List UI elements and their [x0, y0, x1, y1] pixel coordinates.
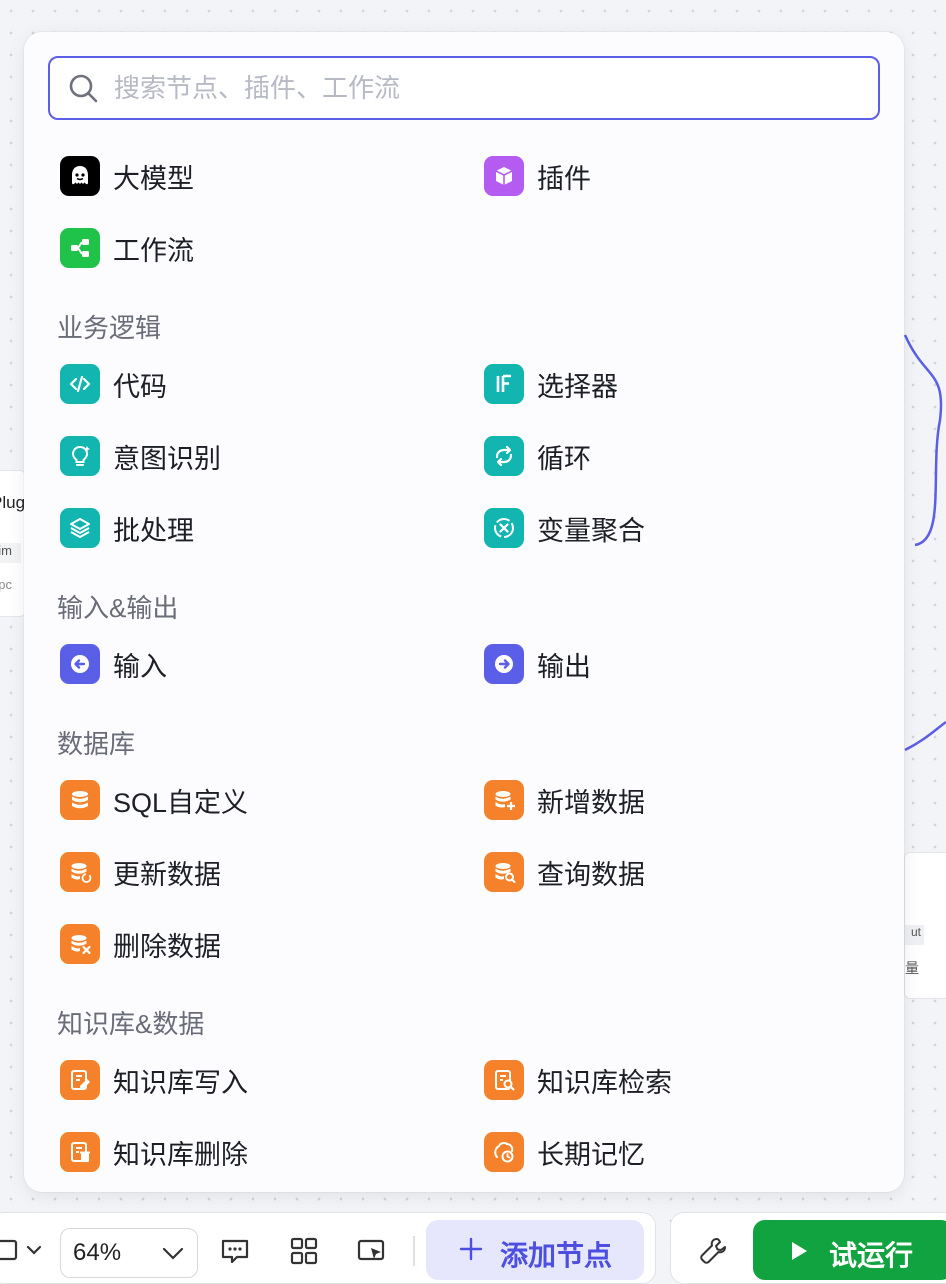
section-title-business-logic: 业务逻辑 — [57, 313, 162, 343]
item-label: 批处理 — [113, 515, 194, 546]
background-node-right[interactable]: ut 量 — [904, 852, 946, 999]
database-icon — [60, 780, 100, 820]
database-search-icon — [484, 852, 524, 892]
kb-delete-icon — [60, 1132, 100, 1172]
item-intent[interactable]: 意图识别 — [60, 434, 221, 478]
add-node-button[interactable]: 添加节点 — [426, 1220, 644, 1280]
layers-icon — [60, 508, 100, 548]
item-label: 删除数据 — [113, 931, 221, 962]
database-delete-icon — [60, 924, 100, 964]
item-sql[interactable]: SQL自定义 — [60, 778, 248, 822]
add-node-panel: 大模型 插件 工作流 业务逻辑 代码 选择器 意图识别 循环 — [24, 32, 904, 1192]
item-label: 输出 — [537, 651, 591, 682]
item-label: 循环 — [537, 443, 591, 474]
zoom-select[interactable]: 64% — [60, 1228, 198, 1278]
item-code[interactable]: 代码 — [60, 362, 167, 406]
item-plugin[interactable]: 插件 — [484, 154, 591, 198]
item-label: SQL自定义 — [113, 787, 249, 818]
item-db-delete[interactable]: 删除数据 — [60, 922, 221, 966]
toolbar-divider — [413, 1236, 415, 1266]
grid-layout-icon[interactable] — [289, 1236, 319, 1266]
item-db-query[interactable]: 查询数据 — [484, 850, 645, 894]
search-box[interactable] — [48, 56, 880, 120]
item-label: 意图识别 — [113, 443, 221, 474]
test-run-button[interactable]: 试运行 — [753, 1220, 946, 1280]
item-db-add[interactable]: 新增数据 — [484, 778, 645, 822]
node-sub: 量 — [905, 960, 919, 976]
item-db-update[interactable]: 更新数据 — [60, 850, 221, 894]
item-label: 插件 — [537, 163, 591, 194]
item-batch[interactable]: 批处理 — [60, 506, 194, 550]
item-label: 新增数据 — [537, 787, 645, 818]
item-label: 查询数据 — [537, 859, 645, 890]
kb-search-icon — [484, 1060, 524, 1100]
item-output[interactable]: 输出 — [484, 642, 591, 686]
plugin-cube-icon — [484, 156, 524, 196]
node-sub: r.pc — [0, 577, 12, 592]
input-arrow-icon — [60, 644, 100, 684]
item-selector[interactable]: 选择器 — [484, 362, 618, 406]
item-label: 输入 — [113, 651, 167, 682]
search-icon — [69, 74, 98, 103]
item-label: 知识库写入 — [113, 1067, 248, 1098]
zoom-value: 64% — [73, 1239, 122, 1266]
item-label: 变量聚合 — [537, 515, 645, 546]
item-label: 知识库删除 — [113, 1139, 248, 1170]
item-label: 工作流 — [113, 235, 194, 266]
item-input[interactable]: 输入 — [60, 642, 167, 686]
wrench-icon[interactable] — [698, 1236, 728, 1266]
llm-icon — [60, 156, 100, 196]
node-tag: ut — [905, 925, 924, 945]
background-node-left[interactable]: Plug _im r.pc — [0, 470, 26, 617]
item-label: 长期记忆 — [537, 1139, 645, 1170]
node-param: _im — [0, 543, 21, 563]
item-kb-delete[interactable]: 知识库删除 — [60, 1130, 248, 1174]
if-icon — [484, 364, 524, 404]
item-loop[interactable]: 循环 — [484, 434, 591, 478]
item-llm[interactable]: 大模型 — [60, 154, 194, 198]
workflow-icon — [60, 228, 100, 268]
layout-mode-icon[interactable] — [0, 1236, 46, 1266]
section-title-database: 数据库 — [57, 729, 136, 759]
item-label: 更新数据 — [113, 859, 221, 890]
play-icon — [792, 1242, 807, 1260]
database-refresh-icon — [60, 852, 100, 892]
item-label: 代码 — [113, 371, 167, 402]
comment-icon[interactable] — [220, 1236, 250, 1266]
item-long-term-memory[interactable]: 长期记忆 — [484, 1130, 645, 1174]
item-label: 选择器 — [537, 371, 618, 402]
code-icon — [60, 364, 100, 404]
section-title-io: 输入&输出 — [57, 593, 179, 623]
item-variable-merge[interactable]: 变量聚合 — [484, 506, 645, 550]
section-title-knowledge: 知识库&数据 — [57, 1009, 205, 1039]
item-label: 大模型 — [113, 163, 194, 194]
database-add-icon — [484, 780, 524, 820]
item-label: 知识库检索 — [537, 1067, 672, 1098]
bulb-icon — [60, 436, 100, 476]
search-input[interactable] — [112, 57, 878, 119]
test-run-label: 试运行 — [829, 1240, 914, 1271]
loop-icon — [484, 436, 524, 476]
node-title: Plug — [0, 493, 26, 512]
item-workflow[interactable]: 工作流 — [60, 226, 194, 270]
output-arrow-icon — [484, 644, 524, 684]
add-node-label: 添加节点 — [500, 1240, 613, 1271]
plus-icon — [459, 1237, 483, 1261]
memory-icon — [484, 1132, 524, 1172]
item-kb-search[interactable]: 知识库检索 — [484, 1058, 672, 1102]
kb-write-icon — [60, 1060, 100, 1100]
variable-icon — [484, 508, 524, 548]
minimap-icon[interactable] — [356, 1236, 386, 1266]
chevron-down-icon — [162, 1247, 184, 1260]
item-kb-write[interactable]: 知识库写入 — [60, 1058, 248, 1102]
